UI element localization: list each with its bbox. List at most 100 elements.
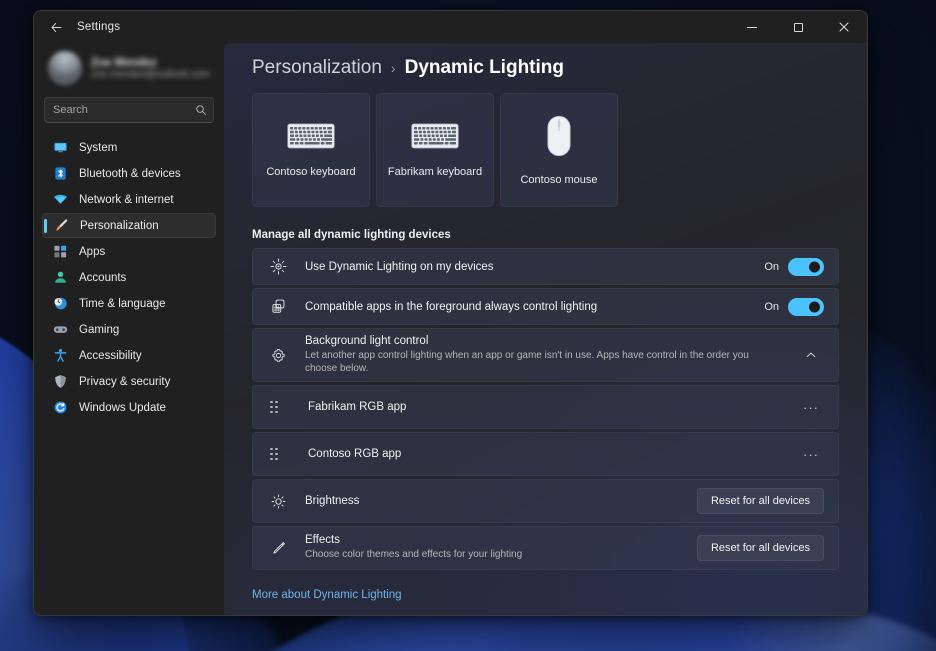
breadcrumb: Personalization › Dynamic Lighting [252,57,839,79]
row-text: Background light control Let another app… [305,335,786,376]
sidebar-item-label: Accounts [79,272,126,284]
row-right: On [764,298,824,316]
account-block[interactable]: Zoe Mendez zoe.mendez@outlook.com [42,43,216,95]
avatar [48,51,82,85]
row-title: Background light control [305,335,786,347]
row-title: Compatible apps in the foreground always… [305,301,752,313]
sun-icon [267,493,289,510]
sidebar-nav: System Bluetooth & devices [42,133,216,420]
close-button[interactable] [821,11,867,43]
apps-icon [52,244,68,260]
row-text: Compatible apps in the foreground always… [305,301,752,313]
row-text: Fabrikam RGB app [308,401,786,413]
toggle-use-dynamic-lighting[interactable] [788,258,824,276]
row-foreground-apps-control[interactable]: Compatible apps in the foreground always… [252,288,839,325]
drag-handle-icon[interactable] [270,448,284,461]
minimize-icon [747,27,757,28]
section-title: Manage all dynamic lighting devices [252,229,839,241]
account-name: Zoe Mendez [91,57,210,69]
keyboard-icon [287,123,335,154]
toggle-knob [809,261,820,272]
sidebar-item-bluetooth-devices[interactable]: Bluetooth & devices [42,161,216,186]
brightness-burst-icon [267,258,289,275]
chevron-up-icon[interactable] [798,342,824,368]
paintbrush-icon [53,218,69,234]
more-about-dynamic-lighting-link[interactable]: More about Dynamic Lighting [252,589,402,601]
row-brightness[interactable]: Brightness Reset for all devices [252,479,839,523]
row-app-fabrikam-rgb-app[interactable]: Fabrikam RGB app ··· [252,385,839,429]
gear-icon [267,347,289,364]
sidebar-item-windows-update[interactable]: Windows Update [42,395,216,420]
shield-icon [52,374,68,390]
row-text: Brightness [305,495,685,507]
row-effects[interactable]: Effects Choose color themes and effects … [252,526,839,570]
sidebar-item-label: System [79,142,117,154]
sidebar-item-privacy-security[interactable]: Privacy & security [42,369,216,394]
sidebar-item-personalization[interactable]: Personalization [42,213,216,238]
row-title: Brightness [305,495,685,507]
keyboard-icon [411,123,459,154]
accessibility-icon [52,348,68,364]
sidebar-item-accounts[interactable]: Accounts [42,265,216,290]
sidebar-item-label: Time & language [79,298,166,310]
row-right [798,342,824,368]
row-text: Effects Choose color themes and effects … [305,534,685,562]
toggle-knob [809,301,820,312]
update-icon [52,400,68,416]
search-icon [195,104,207,116]
search-input[interactable] [53,104,195,116]
row-app-contoso-rgb-app[interactable]: Contoso RGB app ··· [252,432,839,476]
sidebar-item-label: Accessibility [79,350,142,362]
settings-rows: Use Dynamic Lighting on my devices On [252,248,839,570]
account-email: zoe.mendez@outlook.com [91,69,210,80]
row-background-light-control[interactable]: Background light control Let another app… [252,328,839,382]
row-use-dynamic-lighting[interactable]: Use Dynamic Lighting on my devices On [252,248,839,285]
device-card[interactable]: Fabrikam keyboard [376,93,494,207]
device-card[interactable]: Contoso keyboard [252,93,370,207]
sidebar-item-gaming[interactable]: Gaming [42,317,216,342]
toggle-state-label: On [764,261,779,273]
row-right: Reset for all devices [697,535,824,561]
device-label: Contoso keyboard [266,166,355,178]
more-options-button[interactable]: ··· [798,394,824,420]
window-title: Settings [77,21,120,33]
more-options-button[interactable]: ··· [798,441,824,467]
settings-window: Settings [33,10,868,616]
sidebar-item-time-language[interactable]: Time & language [42,291,216,316]
sidebar-item-apps[interactable]: Apps [42,239,216,264]
sidebar-item-label: Network & internet [79,194,174,206]
row-title: Effects [305,534,685,546]
account-text: Zoe Mendez zoe.mendez@outlook.com [91,57,210,80]
row-title: Fabrikam RGB app [308,401,786,413]
sidebar-item-accessibility[interactable]: Accessibility [42,343,216,368]
row-right: On [764,258,824,276]
device-label: Fabrikam keyboard [388,166,482,178]
caption-buttons [729,11,867,43]
sidebar-item-label: Windows Update [79,402,166,414]
sidebar: Zoe Mendez zoe.mendez@outlook.com [34,43,224,615]
device-card[interactable]: Contoso mouse [500,93,618,207]
reset-effects-button[interactable]: Reset for all devices [697,535,824,561]
sidebar-item-label: Apps [79,246,105,258]
search-box[interactable] [44,97,214,123]
pen-icon [267,540,289,557]
wifi-icon [52,192,68,208]
row-text: Contoso RGB app [308,448,786,460]
sidebar-item-label: Gaming [79,324,119,336]
row-title: Use Dynamic Lighting on my devices [305,261,752,273]
toggle-foreground-apps-control[interactable] [788,298,824,316]
minimize-button[interactable] [729,11,775,43]
row-right: ··· [798,441,824,467]
gamepad-icon [52,322,68,338]
reset-brightness-button[interactable]: Reset for all devices [697,488,824,514]
maximize-button[interactable] [775,11,821,43]
back-button[interactable] [39,12,73,42]
sidebar-item-system[interactable]: System [42,135,216,160]
drag-handle-icon[interactable] [270,401,284,414]
sidebar-item-network-internet[interactable]: Network & internet [42,187,216,212]
device-label: Contoso mouse [520,174,597,186]
person-icon [52,270,68,286]
monitor-icon [52,140,68,156]
breadcrumb-parent[interactable]: Personalization [252,57,382,79]
mouse-icon [547,115,571,162]
